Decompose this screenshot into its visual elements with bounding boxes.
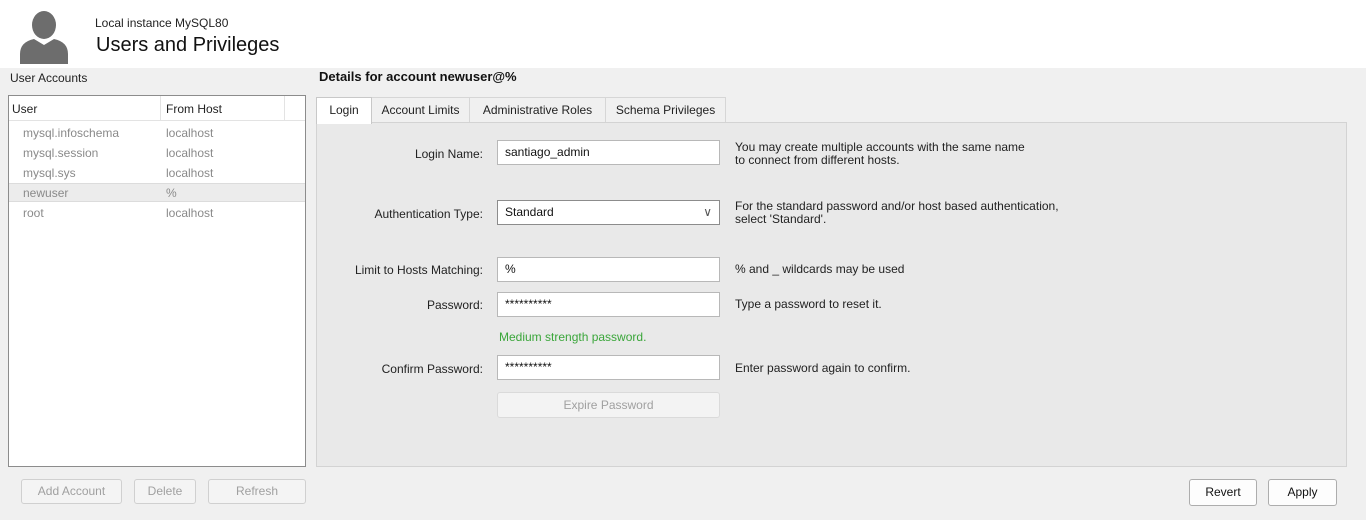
password-input[interactable]: ********** <box>497 292 720 317</box>
auth-type-value: Standard <box>505 205 554 219</box>
refresh-button[interactable]: Refresh <box>208 479 306 504</box>
password-strength: Medium strength password. <box>499 330 647 344</box>
password-help: Type a password to reset it. <box>735 297 882 311</box>
tab-account-limits[interactable]: Account Limits <box>372 97 470 123</box>
account-user: newuser <box>23 186 69 200</box>
user-silhouette-icon <box>20 11 68 64</box>
hosts-input[interactable]: % <box>497 257 720 282</box>
revert-button[interactable]: Revert <box>1189 479 1257 506</box>
details-title: Details for account newuser@% <box>319 69 517 84</box>
help-line: select 'Standard'. <box>735 212 827 226</box>
account-host: localhost <box>166 206 214 220</box>
login-name-help: You may create multiple accounts with th… <box>735 141 1025 167</box>
column-user[interactable]: User <box>12 102 37 116</box>
account-row-selected[interactable]: newuser % <box>9 183 305 202</box>
delete-button[interactable]: Delete <box>134 479 196 504</box>
account-row[interactable]: mysql.sys localhost <box>9 164 305 183</box>
confirm-password-input[interactable]: ********** <box>497 355 720 380</box>
account-host: % <box>166 186 177 200</box>
account-user: mysql.infoschema <box>23 126 120 140</box>
expire-password-button[interactable]: Expire Password <box>497 392 720 418</box>
account-host: localhost <box>166 146 214 160</box>
account-host: localhost <box>166 126 214 140</box>
tab-login[interactable]: Login <box>316 97 372 124</box>
confirm-password-help: Enter password again to confirm. <box>735 361 911 375</box>
add-account-button[interactable]: Add Account <box>21 479 122 504</box>
auth-type-label: Authentication Type: <box>374 207 483 221</box>
hosts-label: Limit to Hosts Matching: <box>354 263 483 277</box>
account-row[interactable]: root localhost <box>9 204 305 223</box>
page-title: Users and Privileges <box>96 34 280 56</box>
password-label: Password: <box>426 298 483 312</box>
login-panel <box>316 122 1347 467</box>
account-user: mysql.sys <box>23 166 76 180</box>
accounts-table-header: User From Host <box>9 96 305 121</box>
help-line: to connect from different hosts. <box>735 153 900 167</box>
tab-schema-privileges[interactable]: Schema Privileges <box>606 97 726 123</box>
chevron-down-icon[interactable]: ∨ <box>703 201 712 224</box>
user-accounts-list[interactable]: User From Host mysql.infoschema localhos… <box>8 95 306 467</box>
apply-button[interactable]: Apply <box>1268 479 1337 506</box>
tab-administrative-roles[interactable]: Administrative Roles <box>470 97 606 123</box>
account-user: mysql.session <box>23 146 99 160</box>
header: Local instance MySQL80 Users and Privile… <box>0 0 1366 68</box>
account-user: root <box>23 206 44 220</box>
hosts-help: % and _ wildcards may be used <box>735 262 905 276</box>
user-accounts-heading: User Accounts <box>10 71 88 85</box>
column-from-host[interactable]: From Host <box>166 102 222 116</box>
auth-type-select[interactable]: Standard ∨ <box>497 200 720 225</box>
auth-type-help: For the standard password and/or host ba… <box>735 200 1059 226</box>
login-name-label: Login Name: <box>414 147 483 161</box>
account-row[interactable]: mysql.infoschema localhost <box>9 124 305 143</box>
confirm-password-label: Confirm Password: <box>381 362 483 376</box>
login-name-input[interactable]: santiago_admin <box>497 140 720 165</box>
account-row[interactable]: mysql.session localhost <box>9 144 305 163</box>
account-host: localhost <box>166 166 214 180</box>
instance-name: Local instance MySQL80 <box>95 16 229 30</box>
